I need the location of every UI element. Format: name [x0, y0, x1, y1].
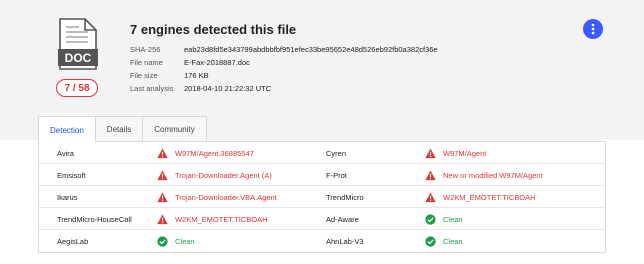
- doc-icon-label: DOC: [65, 51, 92, 65]
- table-row: Ikarus Trojan-Downloader.VBA.Agent TrendMi…: [39, 186, 605, 208]
- file-name-label: File name: [130, 58, 163, 67]
- tab-bar: Detection Details Community: [38, 116, 207, 143]
- doc-file-icon: DOC: [58, 18, 98, 70]
- last-analysis-row: Last analysis 2018-04-10 21:22:32 UTC: [130, 82, 438, 95]
- detection-result: W2KM_EMOTET.TICBOAH: [157, 208, 268, 230]
- detection-summary-title: 7 engines detected this file: [130, 22, 297, 37]
- table-row: Avira W97M/Agent.36885547 Cyren W97M/Agent: [39, 142, 605, 164]
- engine-name: Ikarus: [57, 192, 78, 202]
- warning-icon: [157, 214, 168, 224]
- more-options-button[interactable]: [583, 19, 603, 39]
- tab-community[interactable]: Community: [142, 116, 207, 141]
- result-label: Trojan-Downloader.Agent (A): [175, 170, 272, 180]
- engine-name: F-Prot: [326, 170, 347, 180]
- sha256-row: SHA-256 eab23d8fd5e343799abdbbfbf951efec…: [130, 43, 438, 56]
- result-label: Trojan-Downloader.VBA.Agent: [175, 192, 277, 202]
- warning-icon: [425, 148, 436, 158]
- detection-score-badge: 7 / 58: [56, 79, 98, 97]
- tab-details[interactable]: Details: [94, 116, 144, 141]
- detection-results-table: Avira W97M/Agent.36885547 Cyren W97M/Agent E…: [38, 141, 606, 253]
- table-row: AegisLab Clean AhnLab-V3 Clean: [39, 230, 605, 252]
- file-size-row: File size 176 KB: [130, 69, 438, 82]
- warning-icon: [157, 192, 168, 202]
- warning-icon: [425, 170, 436, 180]
- detection-result: W97M/Agent: [425, 142, 486, 164]
- detection-result: Clean: [157, 230, 195, 252]
- detection-result: W2KM_EMOTET.TICBOAH: [425, 186, 536, 208]
- tab-detection[interactable]: Detection: [38, 116, 96, 143]
- last-analysis-label: Last analysis: [130, 84, 174, 93]
- last-analysis-value: 2018-04-10 21:22:32 UTC: [184, 84, 272, 93]
- result-label: Clean: [443, 214, 463, 224]
- detection-result: Trojan-Downloader.Agent (A): [157, 164, 272, 186]
- detection-result: Clean: [425, 230, 463, 252]
- result-label: W97M/Agent.36885547: [175, 148, 254, 158]
- warning-icon: [157, 148, 168, 158]
- vertical-dots-icon: [591, 23, 595, 35]
- file-size-value: 176 KB: [184, 71, 209, 80]
- engine-name: TrendMicro-HouseCall: [57, 214, 132, 224]
- sha256-value: eab23d8fd5e343799abdbbfbf951efec33be9565…: [184, 45, 438, 54]
- warning-icon: [157, 170, 168, 180]
- check-circle-icon: [157, 235, 168, 247]
- engine-name: Emsisoft: [57, 170, 86, 180]
- check-circle-icon: [425, 213, 436, 225]
- sha256-label: SHA-256: [130, 45, 161, 54]
- detection-result: W97M/Agent.36885547: [157, 142, 254, 164]
- table-row: TrendMicro-HouseCall W2KM_EMOTET.TICBOAH A…: [39, 208, 605, 230]
- file-metadata: SHA-256 eab23d8fd5e343799abdbbfbf951efec…: [130, 43, 438, 95]
- file-name-value: E-Fax-2018887.doc: [184, 58, 250, 67]
- detection-result: Trojan-Downloader.VBA.Agent: [157, 186, 277, 208]
- warning-icon: [425, 192, 436, 202]
- engine-name: AegisLab: [57, 236, 89, 246]
- result-label: W2KM_EMOTET.TICBOAH: [175, 214, 268, 224]
- engine-name: Cyren: [326, 148, 347, 158]
- result-label: Clean: [443, 236, 463, 246]
- file-name-row: File name E-Fax-2018887.doc: [130, 56, 438, 69]
- result-label: W97M/Agent: [443, 148, 487, 158]
- engine-name: Avira: [57, 148, 74, 158]
- engine-name: TrendMicro: [326, 192, 364, 202]
- engine-name: Ad-Aware: [326, 214, 359, 224]
- table-row: Emsisoft Trojan-Downloader.Agent (A) F-Pro…: [39, 164, 605, 186]
- detection-result: Clean: [425, 208, 463, 230]
- result-label: New or modified W97M/Agent: [443, 170, 543, 180]
- file-size-label: File size: [130, 71, 158, 80]
- engine-name: AhnLab-V3: [326, 236, 364, 246]
- result-label: Clean: [175, 236, 195, 246]
- result-label: W2KM_EMOTET.TICBOAH: [443, 192, 536, 202]
- check-circle-icon: [425, 235, 436, 247]
- detection-result: New or modified W97M/Agent: [425, 164, 543, 186]
